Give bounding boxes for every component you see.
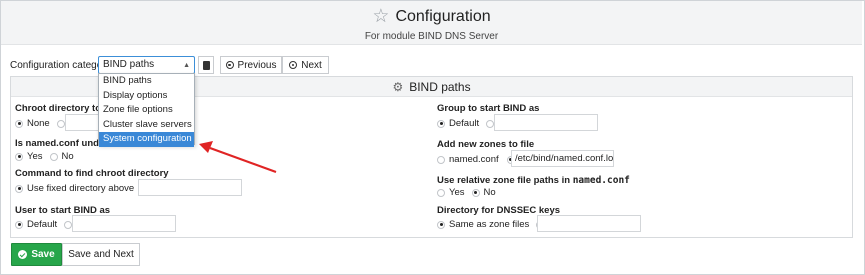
dropdown-option[interactable]: Zone file options xyxy=(99,103,194,118)
module-index-button[interactable] xyxy=(198,56,214,74)
dropdown-option[interactable]: BIND paths xyxy=(99,74,194,89)
group-input[interactable] xyxy=(494,114,598,131)
previous-button[interactable]: Previous xyxy=(220,56,282,74)
check-circle-icon xyxy=(18,250,28,259)
named-conf-code: named.conf xyxy=(572,175,630,186)
dnssec-option[interactable]: Same as zone files xyxy=(437,219,545,230)
circle-right-icon xyxy=(289,61,298,69)
user-default-option[interactable]: Default xyxy=(15,219,73,230)
radio-unselected[interactable] xyxy=(486,119,495,128)
add-zones-options[interactable]: named.conf xyxy=(437,154,515,165)
save-label: Save xyxy=(31,249,55,260)
group-default-option[interactable]: Default xyxy=(437,118,495,129)
radio-selected[interactable] xyxy=(15,152,23,161)
chroot-none-label: None xyxy=(27,118,50,129)
add-zones-label: Add new zones to file xyxy=(437,139,535,150)
page-subtitle: For module BIND DNS Server xyxy=(364,31,499,42)
relative-paths-label: Use relative zone file paths in named.co… xyxy=(437,175,630,186)
panel-title: BIND paths xyxy=(409,79,471,94)
save-button[interactable]: Save xyxy=(11,243,62,266)
group-default-label: Default xyxy=(449,118,480,129)
user-default-label: Default xyxy=(27,219,58,230)
fixed-directory-label: Use fixed directory above xyxy=(27,183,135,194)
chroot-none-option[interactable]: None xyxy=(15,118,65,129)
save-and-next-button[interactable]: Save and Next xyxy=(62,243,140,266)
dnssec-input[interactable] xyxy=(537,215,641,232)
zones-file-input[interactable]: /etc/bind/named.conf.loc xyxy=(511,150,614,167)
gear-icon: ⚙ xyxy=(392,79,404,94)
page-header: ☆ Configuration For module BIND DNS Serv… xyxy=(1,1,862,45)
circle-left-icon xyxy=(225,61,234,69)
dropdown-option-highlighted[interactable]: System configuration xyxy=(99,132,194,147)
named-conf-option-label: named.conf xyxy=(449,154,499,165)
next-button[interactable]: Next xyxy=(282,56,329,74)
named-conf-yes-no[interactable]: Yes No xyxy=(15,151,74,162)
category-select-value: BIND paths xyxy=(103,59,155,70)
book-icon xyxy=(202,60,210,70)
radio-selected[interactable] xyxy=(437,119,445,128)
group-label: Group to start BIND as xyxy=(437,103,540,114)
next-label: Next xyxy=(301,59,322,71)
radio-unselected[interactable] xyxy=(437,155,445,164)
star-icon[interactable]: ☆ xyxy=(372,7,389,26)
previous-label: Previous xyxy=(237,59,277,71)
category-dropdown-list[interactable]: BIND paths Display options Zone file opt… xyxy=(98,73,195,147)
radio-unselected[interactable] xyxy=(49,152,58,161)
title-row: ☆ Configuration xyxy=(1,7,862,26)
page-title: Configuration xyxy=(395,8,491,25)
dropdown-option[interactable]: Cluster slave servers xyxy=(99,118,194,133)
radio-selected[interactable] xyxy=(15,119,23,128)
relative-yes-no[interactable]: Yes No xyxy=(437,187,496,198)
same-as-zone-files-label: Same as zone files xyxy=(449,219,530,230)
radio-selected[interactable] xyxy=(437,220,445,229)
yes-label: Yes xyxy=(27,151,43,162)
chroot-command-input[interactable] xyxy=(138,179,242,196)
yes-label: Yes xyxy=(449,187,465,198)
no-label: No xyxy=(483,187,496,198)
radio-selected[interactable] xyxy=(471,188,480,197)
no-label: No xyxy=(61,151,74,162)
chevron-up-icon: ▲ xyxy=(183,62,190,69)
radio-unselected[interactable] xyxy=(437,188,445,197)
find-chroot-label: Command to find chroot directory xyxy=(15,168,169,179)
radio-unselected[interactable] xyxy=(56,119,65,128)
category-select[interactable]: BIND paths ▲ xyxy=(98,56,195,74)
fixed-directory-option[interactable]: Use fixed directory above xyxy=(15,183,150,194)
radio-selected[interactable] xyxy=(15,220,23,229)
radio-selected[interactable] xyxy=(15,184,23,193)
user-input[interactable] xyxy=(72,215,176,232)
dropdown-option[interactable]: Display options xyxy=(99,89,194,104)
radio-unselected[interactable] xyxy=(64,220,73,229)
category-label: Configuration category xyxy=(10,60,111,71)
relative-paths-text: Use relative zone file paths in xyxy=(437,175,573,186)
